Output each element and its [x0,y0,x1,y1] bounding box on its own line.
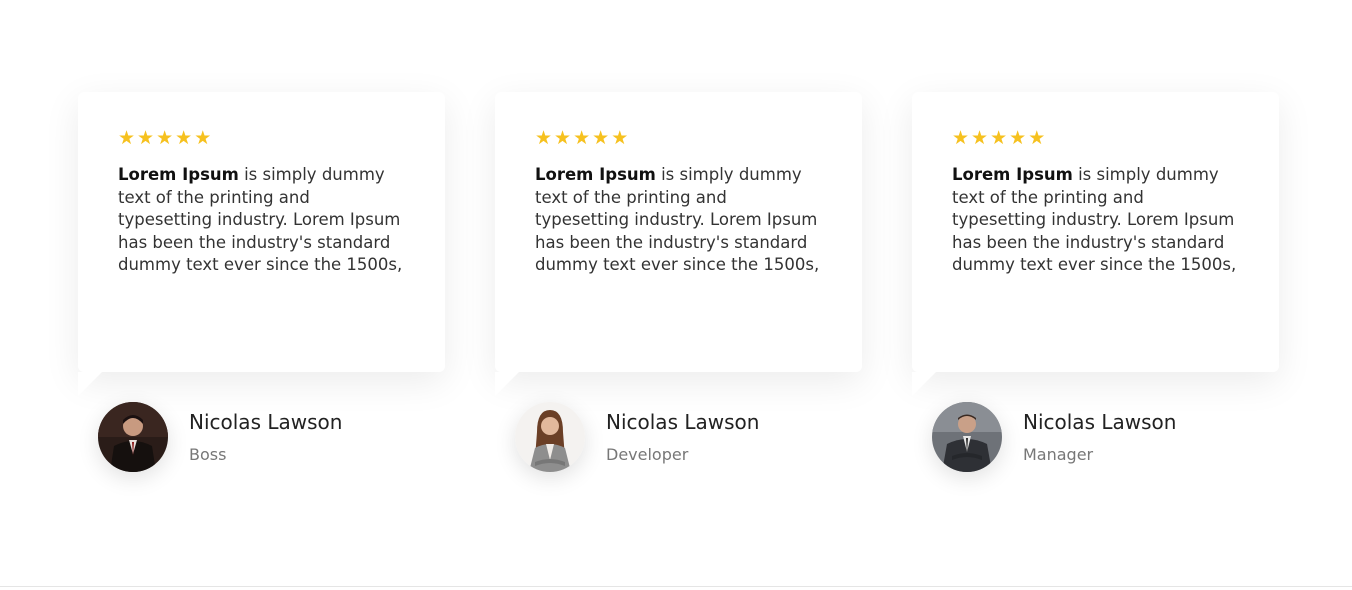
star-icon: ★ [156,127,174,149]
testimonial-author: Nicolas Lawson Manager [932,402,1262,474]
quote-highlight: Lorem Ipsum [118,165,239,184]
author-name: Nicolas Lawson [1023,410,1177,434]
testimonial-card: ★ ★ ★ ★ ★ Lorem Ipsum is simply dummy te… [912,92,1279,396]
author-name: Nicolas Lawson [189,410,343,434]
star-icon: ★ [1028,127,1046,149]
star-icon: ★ [1009,127,1027,149]
testimonial-author: Nicolas Lawson Boss [98,402,428,474]
star-icon: ★ [194,127,212,149]
testimonial-quote: Lorem Ipsum is simply dummy text of the … [952,164,1242,277]
star-icon: ★ [554,127,572,149]
star-icon: ★ [592,127,610,149]
testimonial-card: ★ ★ ★ ★ ★ Lorem Ipsum is simply dummy te… [495,92,862,396]
testimonial-item: ★ ★ ★ ★ ★ Lorem Ipsum is simply dummy te… [495,92,862,495]
avatar [932,402,1002,472]
avatar-photo [932,402,1002,472]
quote-highlight: Lorem Ipsum [535,165,656,184]
testimonial-item: ★ ★ ★ ★ ★ Lorem Ipsum is simply dummy te… [912,92,1279,495]
quote-highlight: Lorem Ipsum [952,165,1073,184]
star-icon: ★ [990,127,1008,149]
testimonials-section: ★ ★ ★ ★ ★ Lorem Ipsum is simply dummy te… [0,0,1352,590]
testimonial-author: Nicolas Lawson Developer [515,402,845,474]
testimonial-item: ★ ★ ★ ★ ★ Lorem Ipsum is simply dummy te… [78,92,445,495]
testimonial-quote: Lorem Ipsum is simply dummy text of the … [535,164,825,277]
author-name: Nicolas Lawson [606,410,760,434]
star-icon: ★ [535,127,553,149]
star-icon: ★ [118,127,136,149]
star-rating: ★ ★ ★ ★ ★ [535,128,628,148]
avatar [515,402,585,472]
author-role: Developer [606,445,689,464]
star-icon: ★ [952,127,970,149]
testimonial-quote: Lorem Ipsum is simply dummy text of the … [118,164,408,277]
avatar-photo [515,402,585,472]
star-icon: ★ [137,127,155,149]
author-role: Manager [1023,445,1094,464]
avatar [98,402,168,472]
avatar-photo [98,402,168,472]
star-rating: ★ ★ ★ ★ ★ [952,128,1045,148]
testimonials-list: ★ ★ ★ ★ ★ Lorem Ipsum is simply dummy te… [78,92,1279,495]
star-icon: ★ [175,127,193,149]
section-divider [0,586,1352,587]
star-rating: ★ ★ ★ ★ ★ [118,128,211,148]
star-icon: ★ [971,127,989,149]
star-icon: ★ [611,127,629,149]
author-role: Boss [189,445,227,464]
star-icon: ★ [573,127,591,149]
testimonial-card: ★ ★ ★ ★ ★ Lorem Ipsum is simply dummy te… [78,92,445,396]
